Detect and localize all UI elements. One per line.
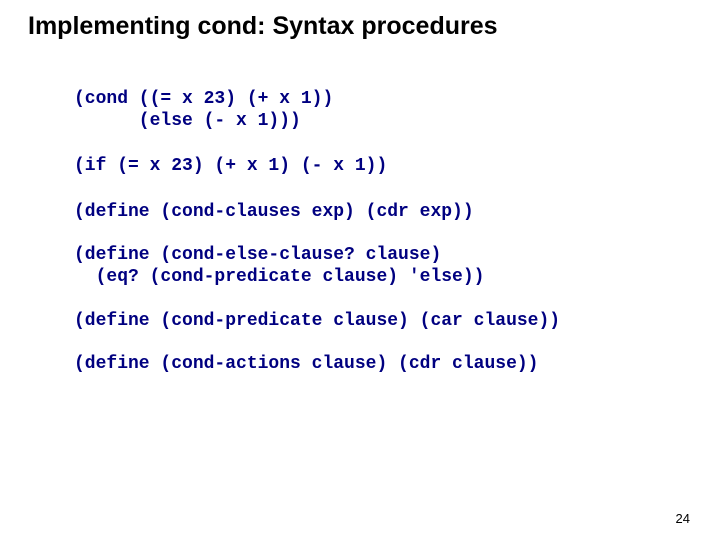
code-line: (else (- x 1))): [74, 111, 692, 133]
code-content: (cond ((= x 23) (+ x 1)) (else (- x 1)))…: [28, 89, 692, 376]
code-line: (if (= x 23) (+ x 1) (- x 1)): [74, 156, 692, 178]
page-number: 24: [676, 511, 690, 526]
code-line: (define (cond-actions clause) (cdr claus…: [74, 354, 692, 376]
code-line: (define (cond-clauses exp) (cdr exp)): [74, 202, 692, 224]
code-line: (eq? (cond-predicate clause) 'else)): [74, 267, 692, 289]
slide-title: Implementing cond: Syntax procedures: [28, 12, 692, 41]
code-line: (cond ((= x 23) (+ x 1)): [74, 89, 692, 111]
code-line: (define (cond-predicate clause) (car cla…: [74, 311, 692, 333]
code-line: (define (cond-else-clause? clause): [74, 245, 692, 267]
